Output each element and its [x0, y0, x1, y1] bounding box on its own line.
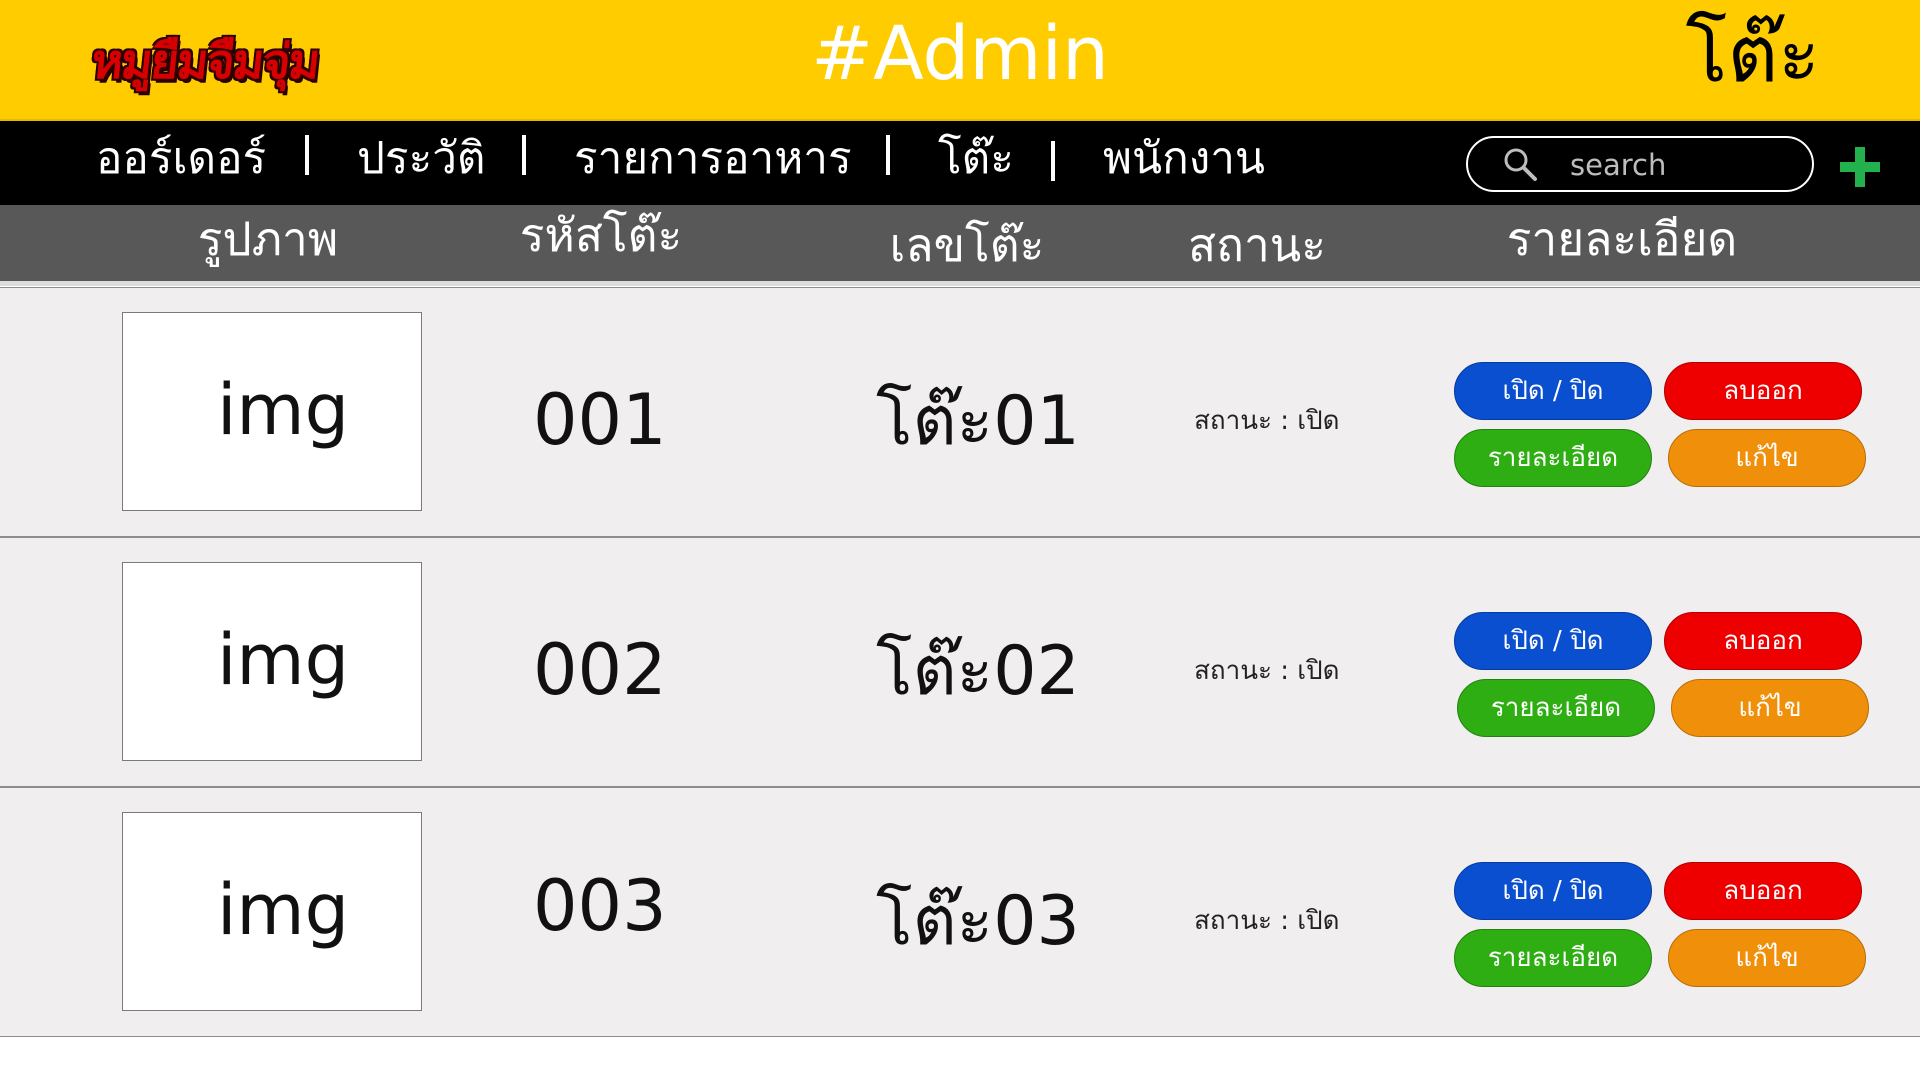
toggle-open-close-button[interactable]: เปิด / ปิด	[1454, 362, 1652, 420]
search-icon[interactable]	[1502, 146, 1538, 182]
table-number: โต๊ะ02	[876, 632, 1080, 711]
table-status: สถานะ : เปิด	[1194, 656, 1340, 686]
edit-button[interactable]: แก้ไข	[1668, 429, 1866, 487]
detail-button[interactable]: รายละเอียด	[1457, 679, 1655, 737]
table-row: img 001 โต๊ะ01 สถานะ : เปิด เปิด / ปิด ล…	[0, 287, 1920, 537]
column-header-detail: รายละเอียด	[1506, 212, 1738, 266]
table-header: รูปภาพ รหัสโต๊ะ เลขโต๊ะ สถานะ รายละเอียด	[0, 205, 1920, 286]
table-status: สถานะ : เปิด	[1194, 906, 1340, 936]
page-title: โต๊ะ	[1685, 10, 1820, 100]
column-header-code: รหัสโต๊ะ	[519, 208, 683, 262]
nav-divider	[522, 135, 526, 175]
table-list: img 001 โต๊ะ01 สถานะ : เปิด เปิด / ปิด ล…	[0, 287, 1920, 1037]
delete-button[interactable]: ลบออก	[1664, 362, 1862, 420]
table-row: img 003 โต๊ะ03 สถานะ : เปิด เปิด / ปิด ล…	[0, 787, 1920, 1037]
nav-item-orders[interactable]: ออร์เดอร์	[96, 121, 266, 205]
toggle-open-close-button[interactable]: เปิด / ปิด	[1454, 612, 1652, 670]
column-header-image: รูปภาพ	[197, 212, 339, 266]
nav-item-staff[interactable]: พนักงาน	[1103, 121, 1265, 205]
plus-icon[interactable]	[1838, 145, 1882, 189]
nav-divider	[886, 135, 890, 175]
image-placeholder-text: img	[216, 869, 350, 951]
delete-button[interactable]: ลบออก	[1664, 862, 1862, 920]
edit-button[interactable]: แก้ไข	[1671, 679, 1869, 737]
nav-divider	[305, 135, 309, 175]
detail-button[interactable]: รายละเอียด	[1454, 929, 1652, 987]
table-image: img	[122, 812, 422, 1011]
table-image: img	[122, 312, 422, 511]
detail-button[interactable]: รายละเอียด	[1454, 429, 1652, 487]
main-navbar: ออร์เดอร์ ประวัติ รายการอาหาร โต๊ะ พนักง…	[0, 121, 1920, 205]
nav-divider	[1051, 141, 1055, 181]
search-input[interactable]	[1568, 144, 1772, 186]
search-box[interactable]	[1466, 136, 1814, 192]
nav-item-tables[interactable]: โต๊ะ	[938, 121, 1014, 205]
table-code: 002	[533, 629, 667, 711]
top-header: หมูยืมจืมจุ่ม #Admin โต๊ะ	[0, 0, 1920, 121]
delete-button[interactable]: ลบออก	[1664, 612, 1862, 670]
nav-item-menu[interactable]: รายการอาหาร	[574, 121, 852, 205]
column-header-status: สถานะ	[1188, 218, 1326, 272]
column-header-number: เลขโต๊ะ	[889, 218, 1045, 272]
table-number: โต๊ะ01	[876, 382, 1080, 461]
admin-title: #Admin	[811, 11, 1109, 97]
table-code: 003	[533, 865, 667, 947]
image-placeholder-text: img	[216, 619, 350, 701]
nav-item-history[interactable]: ประวัติ	[357, 121, 485, 205]
table-code: 001	[533, 379, 667, 461]
admin-table-page: หมูยืมจืมจุ่ม #Admin โต๊ะ ออร์เดอร์ ประว…	[0, 0, 1920, 1080]
edit-button[interactable]: แก้ไข	[1668, 929, 1866, 987]
image-placeholder-text: img	[216, 369, 350, 451]
table-row: img 002 โต๊ะ02 สถานะ : เปิด เปิด / ปิด ล…	[0, 537, 1920, 787]
table-number: โต๊ะ03	[876, 882, 1080, 961]
table-status: สถานะ : เปิด	[1194, 406, 1340, 436]
table-image: img	[122, 562, 422, 761]
toggle-open-close-button[interactable]: เปิด / ปิด	[1454, 862, 1652, 920]
